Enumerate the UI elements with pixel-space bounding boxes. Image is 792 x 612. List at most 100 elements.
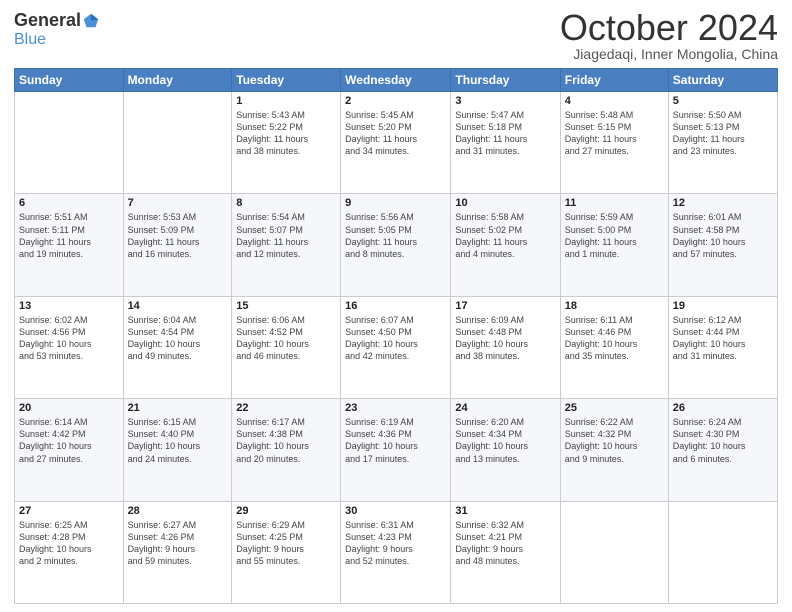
calendar-cell: 19 Sunrise: 6:12 AM Sunset: 4:44 PM Dayli…: [668, 296, 777, 398]
day-info: Sunrise: 6:22 AM Sunset: 4:32 PM Dayligh…: [565, 416, 664, 465]
day-number: 20: [19, 402, 119, 414]
day-number: 30: [345, 505, 446, 517]
calendar-cell: 1 Sunrise: 5:43 AM Sunset: 5:22 PM Daylig…: [232, 92, 341, 194]
calendar-page: General Blue October 2024 Jiagedaqi, Inn…: [0, 0, 792, 612]
title-location: Jiagedaqi, Inner Mongolia, China: [560, 46, 778, 62]
day-info: Sunrise: 6:14 AM Sunset: 4:42 PM Dayligh…: [19, 416, 119, 465]
day-number: 12: [673, 197, 773, 209]
day-info: Sunrise: 5:51 AM Sunset: 5:11 PM Dayligh…: [19, 211, 119, 260]
day-info: Sunrise: 6:31 AM Sunset: 4:23 PM Dayligh…: [345, 519, 446, 568]
day-info: Sunrise: 6:04 AM Sunset: 4:54 PM Dayligh…: [128, 314, 228, 363]
day-number: 11: [565, 197, 664, 209]
calendar-table: Sunday Monday Tuesday Wednesday Thursday…: [14, 68, 778, 604]
day-info: Sunrise: 5:58 AM Sunset: 5:02 PM Dayligh…: [455, 211, 555, 260]
calendar-cell: 30 Sunrise: 6:31 AM Sunset: 4:23 PM Dayli…: [341, 501, 451, 603]
calendar-cell: 8Sunrise: 5:54 AM Sunset: 5:07 PM Daylig…: [232, 194, 341, 296]
day-number: 17: [455, 300, 555, 312]
calendar-cell: 26 Sunrise: 6:24 AM Sunset: 4:30 PM Dayli…: [668, 399, 777, 501]
day-number: 13: [19, 300, 119, 312]
calendar-row: 13 Sunrise: 6:02 AM Sunset: 4:56 PM Dayli…: [15, 296, 778, 398]
day-info: Sunrise: 6:11 AM Sunset: 4:46 PM Dayligh…: [565, 314, 664, 363]
day-number: 15: [236, 300, 336, 312]
day-info: Sunrise: 6:32 AM Sunset: 4:21 PM Dayligh…: [455, 519, 555, 568]
day-number: 28: [128, 505, 228, 517]
day-info: Sunrise: 5:45 AM Sunset: 5:20 PM Dayligh…: [345, 109, 446, 158]
calendar-cell: 17 Sunrise: 6:09 AM Sunset: 4:48 PM Dayli…: [451, 296, 560, 398]
day-info: Sunrise: 6:20 AM Sunset: 4:34 PM Dayligh…: [455, 416, 555, 465]
calendar-row: 6 Sunrise: 5:51 AM Sunset: 5:11 PM Daylig…: [15, 194, 778, 296]
calendar-cell: 12 Sunrise: 6:01 AM Sunset: 4:58 PM Dayli…: [668, 194, 777, 296]
calendar-cell: 28 Sunrise: 6:27 AM Sunset: 4:26 PM Dayli…: [123, 501, 232, 603]
calendar-cell: 4 Sunrise: 5:48 AM Sunset: 5:15 PM Daylig…: [560, 92, 668, 194]
day-info: Sunrise: 5:48 AM Sunset: 5:15 PM Dayligh…: [565, 109, 664, 158]
calendar-cell: [560, 501, 668, 603]
day-number: 5: [673, 95, 773, 107]
day-number: 29: [236, 505, 336, 517]
day-info: Sunrise: 6:12 AM Sunset: 4:44 PM Dayligh…: [673, 314, 773, 363]
calendar-row: 1 Sunrise: 5:43 AM Sunset: 5:22 PM Daylig…: [15, 92, 778, 194]
day-number: 23: [345, 402, 446, 414]
calendar-row: 20 Sunrise: 6:14 AM Sunset: 4:42 PM Dayli…: [15, 399, 778, 501]
weekday-header-row: Sunday Monday Tuesday Wednesday Thursday…: [15, 69, 778, 92]
day-number: 1: [236, 95, 336, 107]
day-info: Sunrise: 6:27 AM Sunset: 4:26 PM Dayligh…: [128, 519, 228, 568]
day-number: 31: [455, 505, 555, 517]
day-number: 4: [565, 95, 664, 107]
logo: General Blue: [14, 10, 100, 49]
calendar-cell: 27 Sunrise: 6:25 AM Sunset: 4:28 PM Dayli…: [15, 501, 124, 603]
day-number: 10: [455, 197, 555, 209]
day-info: Sunrise: 6:24 AM Sunset: 4:30 PM Dayligh…: [673, 416, 773, 465]
logo-flag-icon: [82, 12, 100, 30]
day-info: Sunrise: 5:50 AM Sunset: 5:13 PM Dayligh…: [673, 109, 773, 158]
day-number: 25: [565, 402, 664, 414]
day-info: Sunrise: 6:19 AM Sunset: 4:36 PM Dayligh…: [345, 416, 446, 465]
calendar-cell: 29 Sunrise: 6:29 AM Sunset: 4:25 PM Dayli…: [232, 501, 341, 603]
day-info: Sunrise: 6:29 AM Sunset: 4:25 PM Dayligh…: [236, 519, 336, 568]
calendar-cell: 10 Sunrise: 5:58 AM Sunset: 5:02 PM Dayli…: [451, 194, 560, 296]
calendar-row: 27 Sunrise: 6:25 AM Sunset: 4:28 PM Dayli…: [15, 501, 778, 603]
calendar-cell: 16 Sunrise: 6:07 AM Sunset: 4:50 PM Dayli…: [341, 296, 451, 398]
day-number: 3: [455, 95, 555, 107]
header-tuesday: Tuesday: [232, 69, 341, 92]
header-wednesday: Wednesday: [341, 69, 451, 92]
day-number: 26: [673, 402, 773, 414]
day-info: Sunrise: 6:25 AM Sunset: 4:28 PM Dayligh…: [19, 519, 119, 568]
day-number: 19: [673, 300, 773, 312]
day-info: Sunrise: 5:47 AM Sunset: 5:18 PM Dayligh…: [455, 109, 555, 158]
title-block: October 2024 Jiagedaqi, Inner Mongolia, …: [560, 10, 778, 62]
calendar-cell: 5 Sunrise: 5:50 AM Sunset: 5:13 PM Daylig…: [668, 92, 777, 194]
day-info: Sunrise: 5:43 AM Sunset: 5:22 PM Dayligh…: [236, 109, 336, 158]
day-number: 24: [455, 402, 555, 414]
calendar-cell: 9Sunrise: 5:56 AM Sunset: 5:05 PM Daylig…: [341, 194, 451, 296]
day-info: Sunrise: 5:53 AM Sunset: 5:09 PM Dayligh…: [128, 211, 228, 260]
calendar-cell: [668, 501, 777, 603]
calendar-cell: 23 Sunrise: 6:19 AM Sunset: 4:36 PM Dayli…: [341, 399, 451, 501]
calendar-cell: 13 Sunrise: 6:02 AM Sunset: 4:56 PM Dayli…: [15, 296, 124, 398]
day-number: 14: [128, 300, 228, 312]
day-number: 8: [236, 197, 336, 209]
calendar-cell: 21Sunrise: 6:15 AM Sunset: 4:40 PM Dayli…: [123, 399, 232, 501]
calendar-cell: [15, 92, 124, 194]
day-info: Sunrise: 6:02 AM Sunset: 4:56 PM Dayligh…: [19, 314, 119, 363]
calendar-cell: [123, 92, 232, 194]
logo-blue-text: Blue: [14, 31, 46, 48]
calendar-cell: 14 Sunrise: 6:04 AM Sunset: 4:54 PM Dayli…: [123, 296, 232, 398]
day-info: Sunrise: 6:01 AM Sunset: 4:58 PM Dayligh…: [673, 211, 773, 260]
title-month: October 2024: [560, 10, 778, 46]
header-friday: Friday: [560, 69, 668, 92]
day-info: Sunrise: 6:07 AM Sunset: 4:50 PM Dayligh…: [345, 314, 446, 363]
day-number: 16: [345, 300, 446, 312]
day-number: 6: [19, 197, 119, 209]
calendar-cell: 3 Sunrise: 5:47 AM Sunset: 5:18 PM Daylig…: [451, 92, 560, 194]
day-info: Sunrise: 6:06 AM Sunset: 4:52 PM Dayligh…: [236, 314, 336, 363]
header-saturday: Saturday: [668, 69, 777, 92]
calendar-cell: 25 Sunrise: 6:22 AM Sunset: 4:32 PM Dayli…: [560, 399, 668, 501]
calendar-cell: 2Sunrise: 5:45 AM Sunset: 5:20 PM Daylig…: [341, 92, 451, 194]
day-number: 21: [128, 402, 228, 414]
day-info: Sunrise: 6:17 AM Sunset: 4:38 PM Dayligh…: [236, 416, 336, 465]
day-info: Sunrise: 6:09 AM Sunset: 4:48 PM Dayligh…: [455, 314, 555, 363]
calendar-cell: 24 Sunrise: 6:20 AM Sunset: 4:34 PM Dayli…: [451, 399, 560, 501]
day-info: Sunrise: 5:59 AM Sunset: 5:00 PM Dayligh…: [565, 211, 664, 260]
day-number: 27: [19, 505, 119, 517]
calendar-cell: 18Sunrise: 6:11 AM Sunset: 4:46 PM Dayli…: [560, 296, 668, 398]
